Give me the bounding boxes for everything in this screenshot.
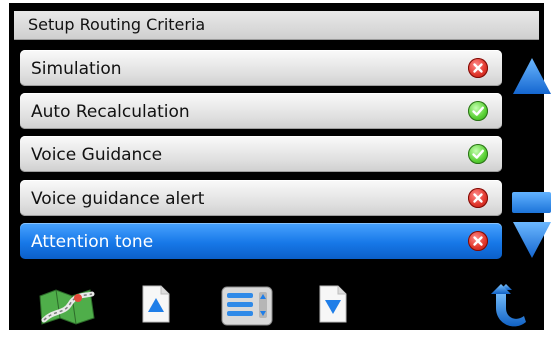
- triangle-down-icon: [513, 222, 551, 258]
- option-label: Attention tone: [31, 232, 154, 252]
- title-bar: Setup Routing Criteria: [14, 11, 539, 40]
- map-button[interactable]: [36, 284, 98, 332]
- option-row-simulation[interactable]: Simulation: [20, 50, 502, 86]
- page-down-button[interactable]: [318, 284, 348, 328]
- option-row-attention-tone[interactable]: Attention tone: [20, 223, 502, 259]
- page-up-icon: [142, 285, 170, 323]
- scroll-up-button[interactable]: [512, 56, 552, 100]
- scroll-down-button[interactable]: [512, 220, 552, 264]
- page-down-icon: [319, 285, 347, 323]
- bottom-toolbar: [14, 278, 539, 333]
- option-label: Simulation: [31, 59, 122, 79]
- disabled-x-icon[interactable]: [468, 58, 488, 78]
- back-button[interactable]: [488, 284, 532, 334]
- option-label: Auto Recalculation: [31, 102, 190, 122]
- page-title: Setup Routing Criteria: [28, 15, 206, 34]
- map-icon: [39, 289, 95, 325]
- option-row-auto-recalculation[interactable]: Auto Recalculation: [20, 93, 502, 129]
- disabled-x-icon[interactable]: [468, 188, 488, 208]
- option-label: Voice Guidance: [31, 145, 163, 165]
- option-label: Voice guidance alert: [31, 189, 205, 209]
- enabled-check-icon[interactable]: [468, 144, 488, 164]
- device-screen: Setup Routing Criteria Simulation Auto R…: [10, 4, 551, 329]
- enabled-check-icon[interactable]: [468, 101, 488, 121]
- page-up-button[interactable]: [141, 284, 171, 328]
- option-row-voice-guidance-alert[interactable]: Voice guidance alert: [20, 180, 502, 216]
- back-arrow-icon: [491, 284, 526, 327]
- triangle-up-icon: [513, 58, 551, 94]
- disabled-x-icon[interactable]: [468, 231, 488, 251]
- list-menu-button[interactable]: [219, 284, 275, 332]
- list-menu-icon: [221, 286, 273, 326]
- option-row-voice-guidance[interactable]: Voice Guidance: [20, 136, 502, 172]
- scrollbar-thumb[interactable]: [512, 192, 551, 213]
